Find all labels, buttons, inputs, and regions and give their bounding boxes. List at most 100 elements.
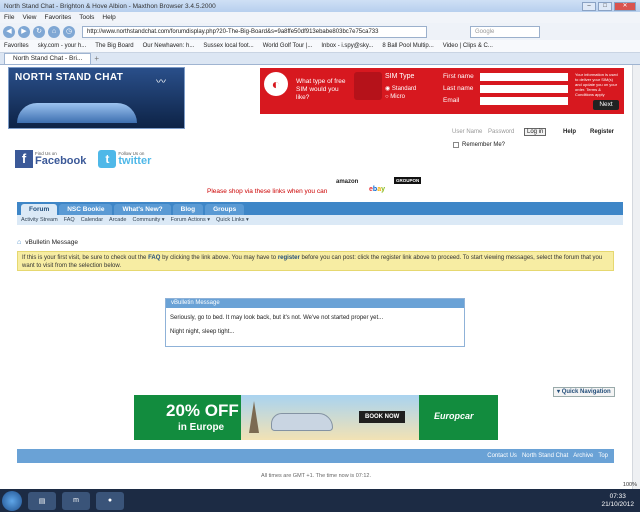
email-label: Email [443,97,460,104]
start-button[interactable] [2,490,22,511]
tab-nsc-bookie[interactable]: NSC Bookie [59,204,113,215]
favorite-link[interactable]: 8 Ball Pool Multip... [382,43,433,49]
tab-groups[interactable]: Groups [205,204,245,215]
web-page: NORTH STAND CHAT 〰 ◐ What type of free S… [0,65,632,489]
twitter-icon: t [98,150,117,168]
menu-favorites[interactable]: Favorites [44,14,71,21]
email-field[interactable] [480,97,568,105]
register-notice-link[interactable]: register [278,255,300,261]
subnav-quick-links[interactable]: Quick Links ▾ [216,217,249,223]
facebook-icon: f [15,150,33,168]
favorites-button[interactable]: Favorites [4,43,29,49]
favorite-link[interactable]: Sussex local foot... [203,43,253,49]
favorite-link[interactable]: The Big Board [95,43,133,49]
login-button[interactable]: Log in [524,128,547,136]
refresh-icon[interactable]: ↻ [33,25,45,38]
subnav-faq[interactable]: FAQ [64,217,75,223]
footer-contact-link[interactable]: Contact Us [487,453,517,459]
forward-icon[interactable]: ▶ [18,25,30,38]
facebook-link[interactable]: f Find Us on Facebook [15,150,86,168]
amazon-link[interactable]: amazon [336,179,358,185]
password-input[interactable]: Password [488,129,514,135]
home-icon[interactable]: ⌂ [17,239,21,246]
taskbar: 100% ▤ m ● 07:33 21/10/2012 [0,482,640,512]
taskbar-app-icon[interactable]: ● [96,491,124,510]
micro-label: Micro [390,94,405,100]
history-icon[interactable]: ◷ [63,25,75,38]
menu-file[interactable]: File [4,14,14,21]
ebay-logo-icon[interactable]: ebay [369,186,385,193]
favorite-link[interactable]: Inbox - i.spy@sky... [321,43,373,49]
first-name-field[interactable] [480,73,568,81]
message-box: vBulletin Message Seriously, go to bed. … [165,298,465,347]
vodafone-ad[interactable]: ◐ What type of free SIM would you like? … [260,68,624,114]
favorite-link[interactable]: sky.com - your h... [38,43,87,49]
groupon-link[interactable]: GROUPON [394,177,422,184]
register-link[interactable]: Register [590,129,614,135]
footer-links: Contact Us North Stand Chat Archive Top [17,449,614,463]
footer-home-link[interactable]: North Stand Chat [522,453,568,459]
subnav-activity-stream[interactable]: Activity Stream [21,217,58,223]
tab-bar: North Stand Chat - Bri... + [0,53,640,65]
remember-me[interactable]: Remember Me? [453,142,505,148]
browser-toolbar: ◀ ▶ ↻ ⌂ ◷ http://www.northstandchat.com/… [0,23,640,40]
next-button[interactable]: Next [593,100,619,110]
shop-links-text: Please shop via these links when you can [207,188,328,195]
sim-type-label: SIM Type [385,73,415,80]
username-input[interactable]: User Name [452,129,482,135]
minimize-button[interactable]: – [582,1,596,11]
social-links: f Find Us on Facebook t Follow Us on twi… [15,148,151,170]
message-line: Night night, sleep tight... [170,329,235,335]
favorite-link[interactable]: Our Newhaven: h... [143,43,195,49]
page-scrollbar[interactable] [632,65,640,489]
tab-blog[interactable]: Blog [172,204,204,215]
seagull-icon: 〰 [156,77,166,88]
clock-date: 21/10/2012 [601,500,634,508]
maximize-button[interactable]: □ [598,1,612,11]
menu-help[interactable]: Help [102,14,115,21]
taskbar-explorer-icon[interactable]: ▤ [28,491,56,510]
subnav-arcade[interactable]: Arcade [109,217,126,223]
standard-label: Standard [391,86,417,92]
subnav-community[interactable]: Community ▾ [132,217,164,223]
twitter-link[interactable]: t Follow Us on twitter [98,150,151,168]
tab-whats-new[interactable]: What's New? [114,204,171,215]
quick-navigation-button[interactable]: ▾ Quick Navigation [553,387,615,397]
tab-forum[interactable]: Forum [21,204,58,215]
faq-link[interactable]: FAQ [148,255,160,261]
zoom-level[interactable]: 100% [623,482,637,488]
footer-time-note: All times are GMT +1. The time now is 07… [261,473,371,479]
close-button[interactable]: ✕ [614,1,636,11]
back-icon[interactable]: ◀ [3,25,15,38]
standard-radio[interactable]: ◉ Standard [385,85,416,92]
micro-radio[interactable]: ○ Micro [385,94,405,100]
last-name-label: Last name [443,85,474,92]
message-header: vBulletin Message [166,299,464,308]
book-now-button[interactable]: BOOK NOW [359,411,406,423]
site-logo[interactable]: NORTH STAND CHAT 〰 [8,67,185,129]
clock[interactable]: 07:33 21/10/2012 [601,493,640,509]
remember-me-label: Remember Me? [462,142,506,148]
menu-tools[interactable]: Tools [79,14,94,21]
footer-top-link[interactable]: Top [598,453,608,459]
home-icon[interactable]: ⌂ [48,25,60,38]
favorite-link[interactable]: Video | Clips & C... [443,43,493,49]
sub-nav: Activity Stream FAQ Calendar Arcade Comm… [17,215,623,225]
subnav-calendar[interactable]: Calendar [81,217,103,223]
browser-tab[interactable]: North Stand Chat - Bri... [4,53,92,64]
remember-me-checkbox[interactable] [453,142,459,148]
new-tab-icon[interactable]: + [94,54,99,64]
stadium-graphic [17,103,137,123]
address-bar[interactable]: http://www.northstandchat.com/forumdispl… [82,25,427,38]
footer-archive-link[interactable]: Archive [573,453,593,459]
taskbar-browser-icon[interactable]: m [62,491,90,510]
last-name-field[interactable] [480,85,568,93]
subnav-forum-actions[interactable]: Forum Actions ▾ [171,217,210,223]
help-link[interactable]: Help [563,129,576,135]
menu-view[interactable]: View [22,14,36,21]
favorite-link[interactable]: World Golf Tour |... [263,43,313,49]
notice-text: by clicking the link above. You may have… [160,255,278,261]
search-input[interactable]: Google [470,25,540,38]
europcar-ad[interactable]: 20% OFF in Europe BOOK NOW Europcar [134,395,498,440]
europcar-brand: Europcar [434,411,474,421]
